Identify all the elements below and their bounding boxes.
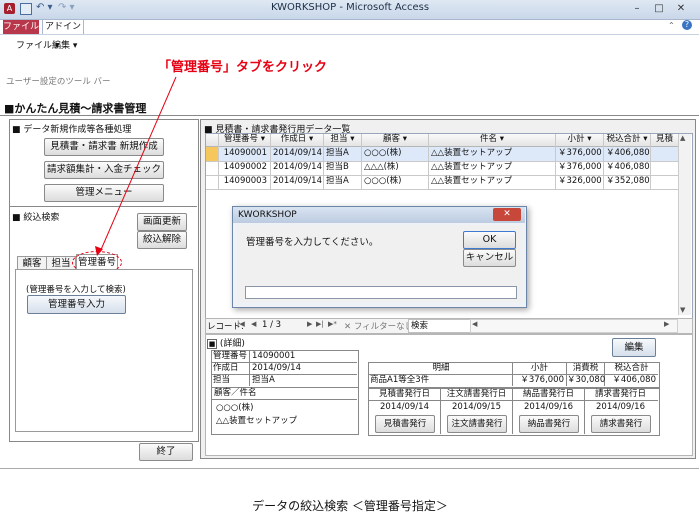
- grid-header-cell[interactable]: 担当 ▾: [325, 132, 360, 147]
- table-cell[interactable]: 担当A: [326, 174, 358, 189]
- horizontal-scrollbar[interactable]: [470, 319, 678, 333]
- figure-caption: データの絞込検索 ＜管理番号指定＞: [252, 499, 448, 513]
- table-cell[interactable]: 担当B: [326, 160, 358, 175]
- table-cell[interactable]: 担当A: [326, 146, 358, 161]
- table-cell[interactable]: △△装置セットアップ: [431, 146, 552, 161]
- dialog-message: 管理番号を入力してください。: [246, 237, 379, 248]
- date-value: 2014/09/16: [524, 402, 573, 412]
- record-search-placeholder: 検索: [411, 321, 429, 331]
- scroll-down-icon[interactable]: ▼: [680, 306, 685, 314]
- issue-document-button[interactable]: 納品書発行: [519, 415, 579, 433]
- dialog-close-icon[interactable]: ✕: [493, 208, 521, 221]
- table-cell[interactable]: ￥326,000: [558, 174, 602, 189]
- detail-toggle-icon[interactable]: ■: [207, 339, 217, 349]
- grid-header-cell[interactable]: 作成日 ▾: [272, 132, 322, 147]
- detail-title: ■ (詳細): [207, 336, 245, 349]
- date-value: 2014/09/16: [596, 402, 645, 412]
- meisai-item: 商品A1等全3件: [370, 375, 430, 385]
- detail-title-label: (詳細): [219, 339, 245, 349]
- issue-document-button[interactable]: 見積書発行: [375, 415, 435, 433]
- grid-col-rule: [361, 134, 362, 190]
- table-cell[interactable]: 14090001: [221, 146, 267, 161]
- dialog-input-field[interactable]: [245, 286, 517, 299]
- table-cell[interactable]: 14090003: [221, 174, 267, 189]
- dialog-ok-button[interactable]: OK: [463, 231, 516, 249]
- table-cell[interactable]: ￥406,080: [606, 146, 650, 161]
- scroll-up-icon[interactable]: ▲: [680, 134, 685, 142]
- meisai-subtotal-value: ￥376,000: [520, 375, 564, 385]
- grid-col-rule: [323, 134, 324, 190]
- record-selector-current[interactable]: [206, 147, 218, 161]
- grid-col-rule: [218, 134, 219, 190]
- grid-header-cell[interactable]: 税込合計 ▾: [605, 132, 649, 147]
- table-cell[interactable]: ￥376,000: [558, 146, 602, 161]
- table-cell[interactable]: ○○○(株): [364, 174, 425, 189]
- record-last-icon[interactable]: ▶|: [316, 320, 324, 328]
- meisai-total-value: ￥406,080: [612, 375, 656, 385]
- date-value: 2014/09/15: [452, 402, 501, 412]
- table-cell[interactable]: ￥352,080: [606, 174, 650, 189]
- hscroll-right-icon[interactable]: ▶: [664, 320, 669, 328]
- filter-status-label: フィルターなし: [353, 322, 414, 332]
- grid-header-cell[interactable]: 小計 ▾: [557, 132, 602, 147]
- dialog-title: KWORKSHOP: [238, 210, 297, 220]
- issue-document-button[interactable]: 注文請書発行: [447, 415, 507, 433]
- grid-col-rule: [555, 134, 556, 190]
- record-first-icon[interactable]: |◀: [237, 320, 245, 328]
- date-value: 2014/09/14: [380, 402, 429, 412]
- table-cell[interactable]: ￥406,080: [606, 160, 650, 175]
- detail-fields-col-rule: [249, 351, 250, 386]
- grid-col-rule: [270, 134, 271, 190]
- record-next-icon[interactable]: ▶: [307, 320, 312, 328]
- meisai-tax-value: ￥30,080: [567, 375, 606, 385]
- table-cell[interactable]: △△装置セットアップ: [431, 174, 552, 189]
- grid-col-rule: [603, 134, 604, 190]
- record-prev-icon[interactable]: ◀: [251, 320, 256, 328]
- record-current-field[interactable]: 1 / 3: [262, 320, 281, 330]
- grid-col-rule: [428, 134, 429, 190]
- table-cell[interactable]: 2014/09/14: [273, 146, 322, 161]
- grid-header-cell[interactable]: 管理番号 ▾: [220, 132, 269, 147]
- table-cell[interactable]: △△△(株): [364, 160, 425, 175]
- table-cell[interactable]: 2014/09/14: [273, 160, 322, 175]
- hscroll-left-icon[interactable]: ◀: [472, 320, 477, 328]
- record-search-field[interactable]: 検索: [408, 319, 472, 333]
- grid-header-cell[interactable]: 見積: [652, 132, 677, 147]
- table-cell[interactable]: ￥376,000: [558, 160, 602, 175]
- table-cell[interactable]: 2014/09/14: [273, 174, 322, 189]
- customer-header: 顧客／件名: [214, 388, 257, 398]
- grid-header-cell[interactable]: 顧客 ▾: [363, 132, 427, 147]
- record-new-icon[interactable]: ▶*: [328, 320, 337, 328]
- subject-value: △△装置セットアップ: [216, 416, 298, 426]
- edit-button[interactable]: 編集: [612, 338, 656, 357]
- table-cell[interactable]: 14090002: [221, 160, 267, 175]
- table-cell[interactable]: ○○○(株): [364, 146, 425, 161]
- grid-row-rule: [206, 189, 678, 190]
- issue-document-button[interactable]: 請求書発行: [591, 415, 651, 433]
- grid-header-cell[interactable]: 件名 ▾: [430, 132, 554, 147]
- dialog-cancel-button[interactable]: キャンセル: [463, 249, 516, 267]
- grid-col-rule: [650, 134, 651, 190]
- table-cell[interactable]: △△装置セットアップ: [431, 160, 552, 175]
- vertical-scrollbar[interactable]: [678, 134, 691, 315]
- filter-status[interactable]: ✕ フィルターなし: [344, 320, 413, 332]
